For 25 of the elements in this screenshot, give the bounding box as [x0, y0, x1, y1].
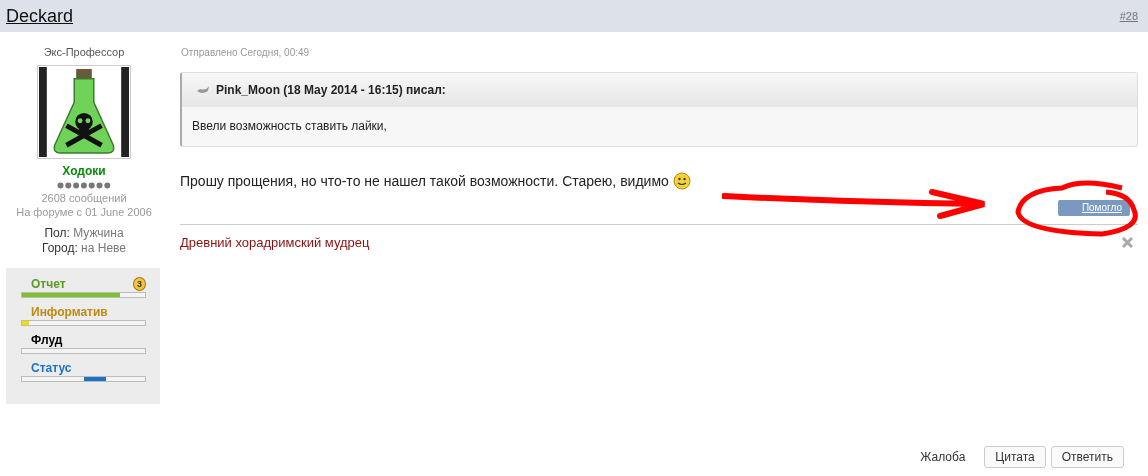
user-group: Ходоки	[62, 164, 106, 178]
smiley-icon	[672, 172, 691, 190]
post-number-link[interactable]: #28	[1119, 10, 1138, 22]
profile-field: Пол: Мужчина	[44, 226, 124, 241]
action-button[interactable]: Цитата	[984, 446, 1046, 468]
quote-arrow-icon	[196, 85, 210, 95]
author-link[interactable]: Deckard	[6, 5, 74, 27]
quote-citation: Pink_Moon (18 May 2014 - 16:15) писал:	[216, 83, 446, 97]
post-text: Прошу прощения, но что-то не нашел такой возможности. Старею, видимо	[180, 173, 669, 189]
quote-text: Ввели возможность ставить лайки,	[191, 118, 388, 135]
avatar-image[interactable]	[37, 65, 131, 159]
user-title: Экс-Профессор	[43, 46, 125, 58]
report-link[interactable]: Жалоба	[920, 450, 966, 464]
post-date: Отправлено Сегодня, 00:49	[181, 47, 311, 58]
medal-badge: 3	[133, 277, 146, 291]
action-button[interactable]: Ответить	[1050, 446, 1124, 468]
reputation-label: Отчет	[31, 277, 66, 291]
reputation-label: Статус	[31, 361, 72, 375]
signature-text: Древний хорадримский мудрец	[180, 235, 370, 250]
reputation-label: Флуд	[31, 333, 63, 347]
post-count: 2608 сообщений	[41, 192, 127, 204]
profile-field: Город: на Неве	[42, 241, 126, 256]
rank-pips-icon	[57, 182, 111, 189]
reputation-label: Информатив	[31, 305, 108, 319]
join-date: На форуме с 01 June 2006	[16, 206, 152, 218]
